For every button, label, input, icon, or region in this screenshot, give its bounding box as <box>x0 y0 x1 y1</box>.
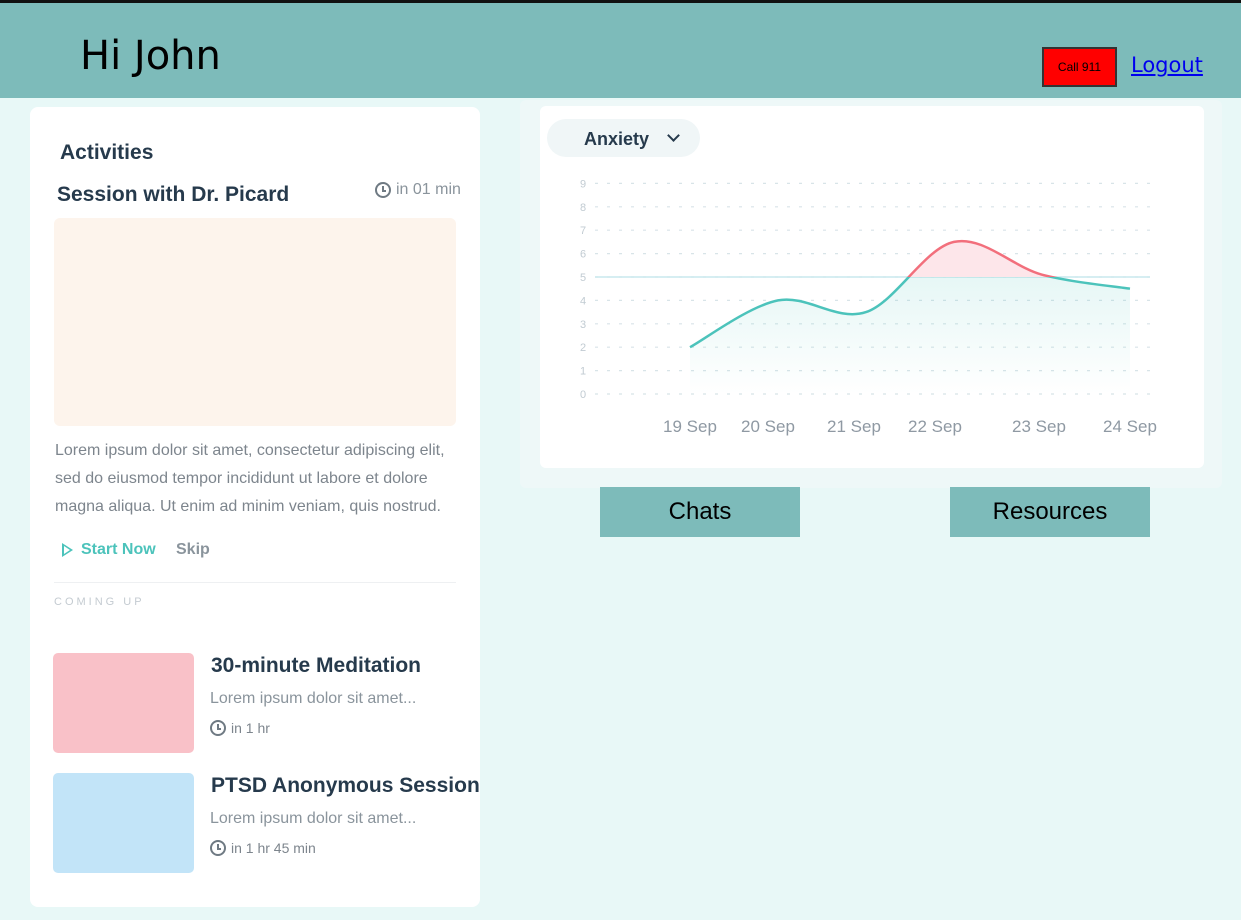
clock-icon <box>210 720 226 736</box>
upcoming-thumbnail[interactable] <box>53 773 194 873</box>
upcoming-time: in 1 hr 45 min <box>210 840 316 856</box>
call-911-button[interactable]: Call 911 <box>1042 47 1117 87</box>
session-title: Session with Dr. Picard <box>57 183 290 206</box>
start-now-label: Start Now <box>81 541 156 558</box>
greeting-title: Hi John <box>80 33 221 79</box>
coming-up-heading: COMING UP <box>54 596 145 608</box>
y-tick-label: 5 <box>580 272 586 284</box>
y-tick-label: 8 <box>580 202 586 214</box>
activities-heading: Activities <box>60 141 154 164</box>
y-tick-label: 4 <box>580 295 586 307</box>
y-tick-label: 7 <box>580 225 586 237</box>
x-tick-label: 23 Sep <box>1012 417 1066 436</box>
upcoming-time: in 1 hr <box>210 720 270 736</box>
clock-icon <box>375 182 391 198</box>
y-tick-label: 0 <box>580 389 586 401</box>
anxiety-line-chart: 0 1 2 3 4 5 6 7 8 9 19 Sep 20 Sep 21 Sep 22 Sep 23 Sep… <box>580 178 1157 436</box>
y-tick-label: 2 <box>580 342 586 354</box>
divider <box>54 582 456 583</box>
upcoming-description: Lorem ipsum dolor sit amet... <box>210 810 417 827</box>
metric-dropdown[interactable]: Anxiety <box>547 119 700 157</box>
session-image <box>54 218 456 426</box>
series-area <box>690 241 1130 394</box>
y-tick-label: 1 <box>580 366 586 378</box>
activities-panel: Activities Session with Dr. Picard in 01… <box>30 107 480 907</box>
x-tick-label: 24 Sep <box>1103 417 1157 436</box>
upcoming-time-text: in 1 hr <box>231 720 270 736</box>
upcoming-description: Lorem ipsum dolor sit amet... <box>210 690 417 707</box>
upcoming-title[interactable]: 30-minute Meditation <box>211 654 421 678</box>
session-time-text: in 01 min <box>396 181 461 198</box>
upcoming-title[interactable]: PTSD Anonymous Session <box>211 774 480 798</box>
metric-dropdown-label: Anxiety <box>584 129 650 149</box>
start-now-button[interactable]: Start Now <box>62 541 156 559</box>
x-tick-label: 22 Sep <box>908 417 962 436</box>
x-tick-label: 21 Sep <box>827 417 881 436</box>
header-bar: Hi John Call 911 Logout <box>0 3 1241 98</box>
session-time: in 01 min <box>375 181 461 199</box>
logout-link[interactable]: Logout <box>1131 53 1203 77</box>
y-tick-label: 6 <box>580 249 586 261</box>
chats-button[interactable]: Chats <box>600 487 800 537</box>
upcoming-thumbnail[interactable] <box>53 653 194 753</box>
y-tick-label: 9 <box>580 178 586 190</box>
session-description: Lorem ipsum dolor sit amet, consectetur … <box>55 442 445 515</box>
chevron-down-icon <box>667 129 680 142</box>
play-icon <box>62 543 73 557</box>
x-tick-label: 19 Sep <box>663 417 717 436</box>
upcoming-time-text: in 1 hr 45 min <box>231 840 316 856</box>
resources-button[interactable]: Resources <box>950 487 1150 537</box>
y-tick-label: 3 <box>580 319 586 331</box>
skip-button[interactable]: Skip <box>176 541 210 559</box>
clock-icon <box>210 840 226 856</box>
x-tick-label: 20 Sep <box>741 417 795 436</box>
